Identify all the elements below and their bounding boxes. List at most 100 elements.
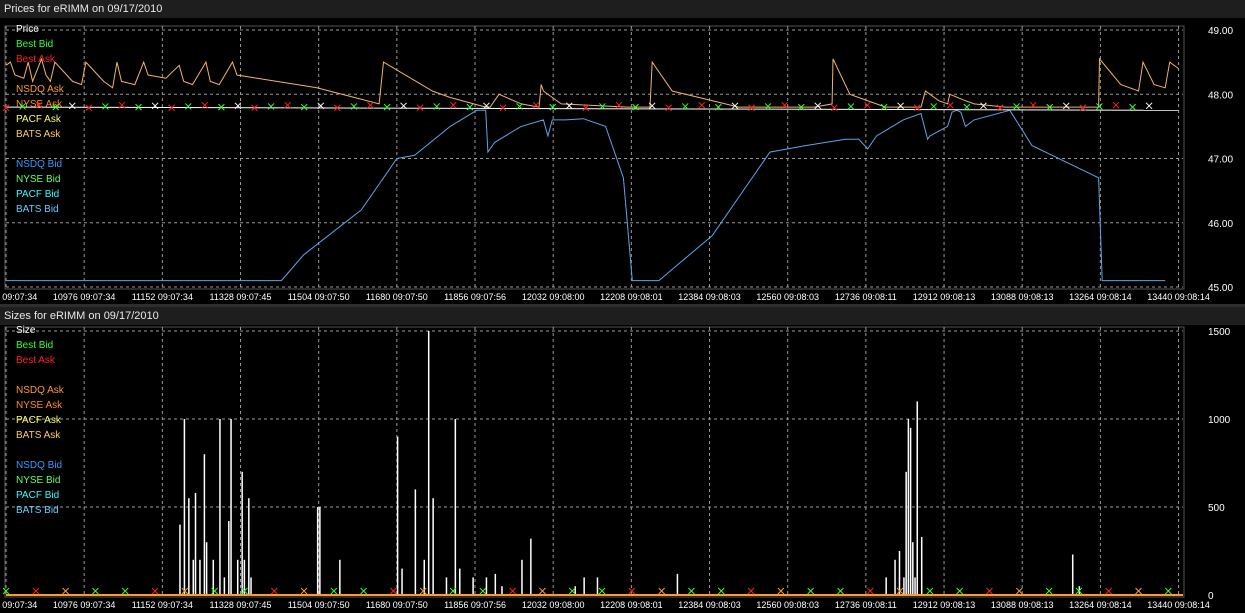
size-marker bbox=[32, 587, 40, 595]
quote-marker bbox=[1145, 102, 1153, 110]
size-bar bbox=[432, 498, 434, 595]
size-marker bbox=[539, 587, 546, 595]
quote-marker bbox=[582, 104, 590, 112]
quote-marker bbox=[350, 103, 358, 110]
x-tick-label: 13264 09:08:14 bbox=[1069, 600, 1132, 610]
quote-marker bbox=[499, 104, 507, 112]
legend-entry: Best Bid bbox=[16, 39, 53, 50]
size-bar bbox=[676, 573, 679, 595]
legend-entry: NYSE Bid bbox=[16, 174, 60, 185]
size-marker bbox=[1164, 587, 1172, 595]
size-bar bbox=[914, 577, 916, 595]
x-tick-label: 12912 09:08:13 bbox=[913, 292, 976, 302]
quote-marker bbox=[1112, 101, 1120, 109]
x-tick-label: 11504 09:07:50 bbox=[288, 600, 350, 610]
quote-marker bbox=[102, 103, 109, 110]
size-bar bbox=[907, 419, 910, 595]
legend-entry: NYSE Bid bbox=[16, 475, 60, 486]
x-tick-label: 12384 09:08:03 bbox=[678, 292, 741, 302]
x-tick-label: 13264 09:08:14 bbox=[1069, 292, 1132, 302]
size-bar bbox=[459, 568, 461, 595]
y-tick-label: 47.00 bbox=[1208, 155, 1233, 166]
quote-marker bbox=[1129, 103, 1136, 111]
legend-entry: PACF Ask bbox=[16, 415, 62, 426]
price-chart-panel: Prices for eRIMM on 09/17/2010 10800 09:… bbox=[0, 0, 1245, 304]
size-bar bbox=[898, 551, 901, 595]
y-tick-label: 46.00 bbox=[1208, 219, 1233, 230]
size-marker bbox=[926, 587, 934, 595]
legend-entry: NYSE Ask bbox=[16, 400, 63, 411]
quote-marker bbox=[864, 101, 871, 109]
size-bar bbox=[316, 507, 319, 595]
quote-marker bbox=[367, 101, 374, 109]
y-tick-label: 1500 bbox=[1208, 327, 1231, 338]
x-tick-label: 11856 09:07:56 bbox=[444, 600, 506, 610]
size-bar bbox=[909, 427, 912, 595]
quote-marker bbox=[284, 101, 291, 109]
quote-marker bbox=[980, 102, 987, 110]
series-line-nsdq-ask bbox=[5, 57, 1179, 108]
size-bar bbox=[230, 419, 232, 595]
series-line-nsdq-bid bbox=[6, 109, 1166, 282]
legend-entry: NSDQ Bid bbox=[16, 159, 62, 170]
size-bar bbox=[194, 492, 197, 595]
quote-marker bbox=[565, 102, 573, 110]
x-tick-label: 12736 09:08:11 bbox=[835, 292, 897, 302]
legend-entry: Size bbox=[16, 325, 36, 336]
size-marker bbox=[151, 587, 159, 595]
quote-marker bbox=[897, 102, 904, 110]
size-marker bbox=[1135, 587, 1142, 595]
x-tick-label: 10800 09:07:34 bbox=[0, 600, 37, 610]
size-marker bbox=[717, 587, 725, 595]
quote-marker bbox=[218, 103, 225, 111]
size-marker bbox=[121, 587, 129, 595]
x-tick-label: 11504 09:07:50 bbox=[288, 292, 350, 302]
x-tick-label: 13440 09:08:14 bbox=[1147, 600, 1210, 610]
size-marker bbox=[956, 587, 964, 595]
x-tick-label: 10976 09:07:34 bbox=[53, 292, 116, 302]
size-bar bbox=[203, 454, 206, 595]
size-bar bbox=[885, 577, 887, 595]
size-bar bbox=[339, 559, 341, 595]
x-tick-label: 12208 09:08:01 bbox=[600, 600, 663, 610]
x-tick-label: 13088 09:08:13 bbox=[991, 292, 1054, 302]
x-tick-label: 10976 09:07:34 bbox=[53, 600, 116, 610]
size-marker bbox=[777, 587, 785, 595]
legend-entry: PACF Bid bbox=[16, 189, 59, 200]
x-tick-label: 11152 09:07:34 bbox=[132, 292, 193, 302]
size-bar bbox=[427, 331, 430, 595]
size-bar bbox=[916, 401, 919, 595]
size-marker bbox=[509, 587, 516, 595]
quote-marker bbox=[300, 103, 308, 111]
x-tick-label: 12736 09:08:11 bbox=[835, 600, 897, 610]
size-bar bbox=[905, 471, 907, 595]
quote-marker bbox=[748, 104, 755, 112]
quote-marker bbox=[665, 104, 673, 112]
size-marker bbox=[360, 587, 367, 595]
size-bar bbox=[248, 498, 250, 595]
y-tick-label: 0 bbox=[1208, 591, 1214, 602]
quote-marker bbox=[963, 103, 971, 111]
size-marker bbox=[1105, 587, 1113, 595]
quote-marker bbox=[1096, 103, 1103, 110]
size-marker bbox=[211, 587, 218, 595]
size-bar bbox=[912, 542, 914, 595]
size-bar bbox=[485, 577, 488, 595]
size-bar bbox=[179, 524, 181, 595]
legend-entry: BATS Bid bbox=[16, 204, 59, 215]
size-marker bbox=[658, 587, 666, 595]
legend-entry: Price bbox=[16, 24, 39, 35]
size-marker bbox=[330, 587, 338, 595]
size-marker bbox=[270, 587, 278, 595]
size-bar bbox=[250, 577, 252, 595]
price-chart-title: Prices for eRIMM on 09/17/2010 bbox=[0, 0, 1245, 18]
y-tick-label: 48.00 bbox=[1208, 90, 1233, 101]
x-tick-label: 12912 09:08:13 bbox=[913, 600, 976, 610]
size-bar bbox=[199, 559, 201, 595]
size-marker bbox=[1045, 587, 1053, 595]
legend-entry: PACF Ask bbox=[16, 114, 62, 125]
size-bar bbox=[445, 577, 448, 595]
y-tick-label: 45.00 bbox=[1208, 283, 1233, 294]
legend-entry: BATS Bid bbox=[16, 505, 59, 516]
size-bar bbox=[494, 573, 497, 595]
